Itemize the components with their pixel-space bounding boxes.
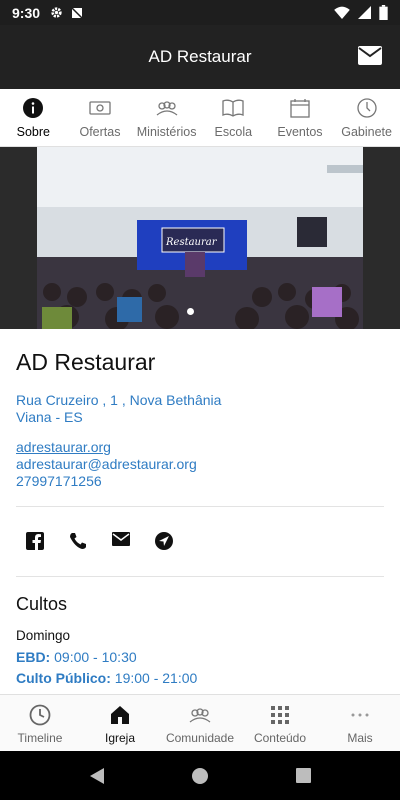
recents-icon[interactable] [295, 768, 311, 783]
schedule-time: 09:00 - 10:30 [54, 649, 137, 665]
group-icon [156, 97, 178, 119]
action-row [16, 507, 384, 576]
tab-gabinete[interactable]: Gabinete [333, 89, 400, 146]
status-time: 9:30 [12, 4, 41, 21]
tab-label: Escola [214, 125, 253, 139]
calendar-icon [289, 97, 311, 119]
church-address[interactable]: Rua Cruzeiro , 1 , Nova Bethânia Viana -… [16, 392, 384, 426]
facebook-icon[interactable] [26, 532, 44, 550]
church-info: AD Restaurar Rua Cruzeiro , 1 , Nova Bet… [0, 329, 400, 694]
tab-label: Sobre [16, 125, 50, 139]
cultos-day: Domingo [16, 628, 71, 643]
community-icon [189, 704, 211, 726]
settings-icon [51, 7, 62, 18]
clock-icon [29, 704, 51, 726]
tab-ministerios[interactable]: Ministérios [133, 89, 200, 146]
home-icon[interactable] [191, 767, 208, 784]
nav-comunidade[interactable]: Comunidade [160, 695, 240, 751]
status-bar: 9:30 [0, 0, 400, 25]
church-name: AD Restaurar [16, 349, 156, 375]
schedule-label: Culto Público: [16, 670, 111, 686]
contact-links: adrestaurar.org adrestaurar@adrestaurar.… [16, 439, 384, 490]
email-link[interactable]: adrestaurar@adrestaurar.org [16, 456, 384, 473]
navigation-icon[interactable] [155, 532, 173, 550]
no-image-icon [71, 6, 83, 19]
address-line2: Viana - ES [16, 409, 83, 425]
wifi-icon [334, 6, 350, 19]
cultos-title: Cultos [16, 594, 68, 614]
clock-icon [356, 97, 378, 119]
church-photo: Restaurar [37, 147, 363, 329]
hero-carousel[interactable]: Restaurar [0, 147, 400, 329]
nav-label: Comunidade [165, 731, 235, 745]
nav-label: Conteúdo [253, 731, 307, 745]
grid-icon [269, 704, 291, 726]
schedule-item: EBD: 09:00 - 10:30 [16, 649, 384, 666]
tab-label: Ministérios [136, 125, 197, 139]
phone-link[interactable]: 27997171256 [16, 473, 384, 490]
battery-icon [379, 5, 388, 20]
tab-ofertas[interactable]: Ofertas [67, 89, 134, 146]
website-link[interactable]: adrestaurar.org [16, 439, 384, 456]
schedule-time: 19:00 - 21:00 [114, 670, 198, 686]
carousel-indicator[interactable] [187, 308, 194, 315]
tab-eventos[interactable]: Eventos [267, 89, 334, 146]
schedule-list: EBD: 09:00 - 10:30 Culto Público: 19:00 … [16, 649, 384, 687]
info-icon [22, 97, 44, 119]
book-icon [222, 97, 244, 119]
system-nav-bar [0, 751, 400, 800]
church-icon [109, 704, 131, 726]
nav-conteudo[interactable]: Conteúdo [240, 695, 320, 751]
phone-icon[interactable] [69, 532, 87, 550]
email-icon[interactable] [112, 532, 130, 550]
nav-igreja[interactable]: Igreja [80, 695, 160, 751]
signal-icon [358, 6, 371, 19]
address-line1: Rua Cruzeiro , 1 , Nova Bethânia [16, 392, 222, 408]
divider [16, 576, 384, 577]
money-icon [89, 97, 111, 119]
tab-label: Ofertas [79, 125, 121, 139]
app-bar: AD Restaurar [0, 25, 400, 89]
mail-icon [358, 46, 382, 65]
schedule-item: Culto Público: 19:00 - 21:00 [16, 670, 384, 687]
nav-timeline[interactable]: Timeline [0, 695, 80, 751]
mail-button[interactable] [358, 46, 382, 66]
top-tabs: Sobre Ofertas Ministérios Escola Eventos… [0, 89, 400, 147]
nav-mais[interactable]: Mais [320, 695, 400, 751]
tab-label: Gabinete [341, 125, 392, 139]
tab-escola[interactable]: Escola [200, 89, 267, 146]
hero-banner-text: Restaurar [165, 237, 218, 248]
more-icon [349, 704, 371, 726]
nav-label: Mais [347, 731, 373, 745]
schedule-label: EBD: [16, 649, 51, 665]
tab-sobre[interactable]: Sobre [0, 89, 67, 146]
app-title: AD Restaurar [148, 47, 252, 66]
bottom-nav: Timeline Igreja Comunidade Conteúdo Mais [0, 694, 400, 751]
tab-label: Eventos [277, 125, 323, 139]
nav-label: Timeline [17, 731, 63, 745]
back-icon[interactable] [89, 767, 104, 784]
nav-label: Igreja [104, 731, 136, 745]
